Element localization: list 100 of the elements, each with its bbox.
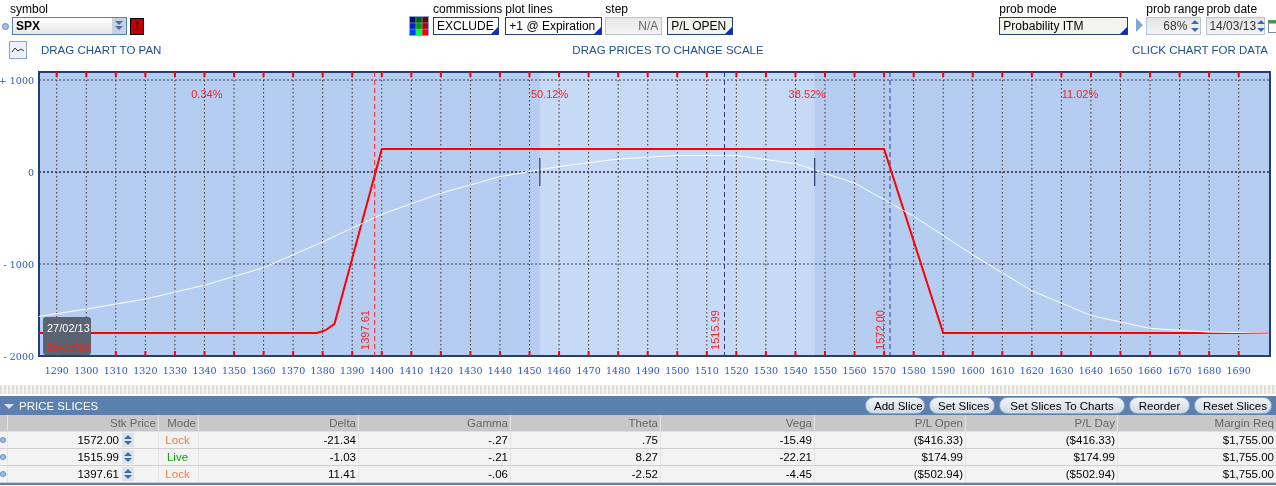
axis-label: 1500 bbox=[665, 365, 690, 376]
column-header[interactable]: Stk Price bbox=[7, 415, 158, 431]
table-cell: $1,755.00 bbox=[1117, 432, 1276, 448]
column-header[interactable]: Delta bbox=[198, 415, 358, 431]
table-cell: ($502.94) bbox=[965, 466, 1117, 482]
field-label: prob date bbox=[1206, 2, 1259, 17]
axis-label: 1680 bbox=[1197, 365, 1222, 376]
slice-label: 1397.61 bbox=[358, 310, 371, 350]
axis-label: 1510 bbox=[694, 365, 719, 376]
axis-label: 1460 bbox=[546, 365, 572, 376]
field-label: step bbox=[605, 2, 630, 17]
axis-label: 1550 bbox=[812, 365, 838, 376]
axis-label: 1670 bbox=[1167, 365, 1192, 376]
mode-cell[interactable]: Live bbox=[158, 449, 198, 465]
plot-mode-dropdown[interactable]: P/L OPEN bbox=[667, 17, 734, 35]
axis-label: 1620 bbox=[1019, 365, 1044, 376]
axis-label: 1310 bbox=[103, 365, 128, 376]
table-cell: -1.03 bbox=[198, 449, 358, 465]
table-cell: 11.41 bbox=[198, 466, 358, 482]
axis-label: 1290 bbox=[44, 365, 69, 376]
table-cell: -2.52 bbox=[510, 466, 660, 482]
axis-label: 1390 bbox=[340, 365, 365, 376]
column-header[interactable]: Vega bbox=[660, 415, 814, 431]
axis-label: 1640 bbox=[1078, 365, 1104, 376]
field-label: prob mode bbox=[999, 2, 1058, 17]
axis-label: 1340 bbox=[192, 365, 217, 376]
symbol-combo[interactable]: SPX bbox=[12, 17, 127, 35]
axis-label: 1560 bbox=[842, 365, 867, 376]
toolbar-button[interactable]: Set Slices bbox=[929, 397, 995, 414]
axis-label: 1380 bbox=[310, 365, 335, 376]
column-header[interactable]: Theta bbox=[510, 415, 660, 431]
table-cell-text: 1572.00 bbox=[77, 433, 119, 448]
axis-label: 1300 bbox=[74, 365, 99, 376]
table-cell: $174.99 bbox=[965, 449, 1117, 465]
table-cell: $1,755.00 bbox=[1117, 466, 1276, 482]
axis-label: 1580 bbox=[901, 365, 926, 376]
axis-label: 1410 bbox=[399, 365, 424, 376]
toolbar-button[interactable]: Add Slice bbox=[865, 397, 925, 414]
toolbar-button[interactable]: Reset Slices bbox=[1194, 397, 1272, 414]
table-cell: -.27 bbox=[358, 432, 510, 448]
axis-label: 1350 bbox=[221, 365, 247, 376]
table-cell: -.21 bbox=[358, 449, 510, 465]
field-label: symbol bbox=[10, 2, 49, 17]
column-header[interactable]: P/L Open bbox=[814, 415, 965, 431]
field-label: prob range bbox=[1146, 2, 1205, 17]
column-header[interactable]: Margin Req bbox=[1117, 415, 1276, 431]
table-cell: $174.99 bbox=[814, 449, 965, 465]
toolbar-button[interactable]: Reorder bbox=[1129, 397, 1190, 414]
axis-label: 1520 bbox=[724, 365, 749, 376]
table-cell: -15.49 bbox=[660, 432, 814, 448]
prob-date-field[interactable]: 14/03/13 bbox=[1206, 17, 1266, 35]
table-cell: -.06 bbox=[358, 466, 510, 482]
table-cell: ($416.33) bbox=[814, 432, 965, 448]
plot-lines-dropdown[interactable]: +1 @ Expiration bbox=[505, 17, 603, 35]
table-cell: -4.45 bbox=[660, 466, 814, 482]
prob-range-field[interactable]: 68% bbox=[1146, 17, 1202, 35]
probability-label: 50.12% bbox=[530, 88, 569, 100]
hint-text: DRAG PRICES TO CHANGE SCALE bbox=[572, 44, 764, 56]
axis-label: 0 bbox=[27, 167, 34, 178]
table-cell: -22.21 bbox=[660, 449, 814, 465]
table-cell: .75 bbox=[510, 432, 660, 448]
probability-label: 38.52% bbox=[788, 88, 826, 100]
column-header[interactable]: Mode bbox=[158, 415, 198, 431]
axis-label: 1570 bbox=[872, 365, 897, 376]
table-cell: -21.34 bbox=[198, 432, 358, 448]
probability-label: 0.34% bbox=[191, 88, 223, 100]
toolbar-button[interactable]: Set Slices To Charts bbox=[999, 397, 1125, 414]
axis-label: 1320 bbox=[133, 365, 158, 376]
start-date: 27/02/13 bbox=[47, 322, 90, 334]
hint-text: DRAG CHART TO PAN bbox=[41, 44, 162, 56]
axis-label: 1420 bbox=[428, 365, 453, 376]
field-label: plot lines bbox=[505, 2, 554, 17]
table-cell: $1,755.00 bbox=[1117, 449, 1276, 465]
step-field[interactable]: N/A bbox=[605, 17, 663, 35]
column-header[interactable]: P/L Day bbox=[965, 415, 1117, 431]
axis-label: 1450 bbox=[517, 365, 542, 376]
axis-label: 1370 bbox=[281, 365, 306, 376]
axis-label: 1650 bbox=[1108, 365, 1133, 376]
axis-label: 1330 bbox=[162, 365, 187, 376]
slice-label: 1515.99 bbox=[708, 310, 721, 350]
hint-text: CLICK CHART FOR DATA bbox=[1132, 44, 1268, 56]
axis-label: 1480 bbox=[606, 365, 631, 376]
table-cell: 8.27 bbox=[510, 449, 660, 465]
probability-label: 11.02% bbox=[1061, 88, 1099, 100]
axis-label: 1530 bbox=[753, 365, 778, 376]
axis-label: - 2000 bbox=[3, 351, 34, 362]
axis-label: + 1000 bbox=[0, 75, 34, 86]
axis-label: 1600 bbox=[960, 365, 985, 376]
axis-label: - 1000 bbox=[3, 259, 34, 270]
axis-label: 1690 bbox=[1226, 365, 1251, 376]
axis-label: 1440 bbox=[487, 365, 513, 376]
end-date: 15/03/13 bbox=[47, 341, 90, 353]
commissions-dropdown[interactable]: EXCLUDE bbox=[433, 17, 499, 35]
axis-label: 1660 bbox=[1137, 365, 1163, 376]
column-header[interactable]: Gamma bbox=[358, 415, 510, 431]
alert-badge[interactable]: 1 bbox=[130, 17, 144, 35]
table-cell-text: 1397.61 bbox=[77, 467, 119, 482]
axis-label: 1490 bbox=[635, 365, 660, 376]
prob-mode-dropdown[interactable]: Probability ITM bbox=[999, 17, 1129, 35]
section-title: PRICE SLICES bbox=[19, 399, 99, 412]
